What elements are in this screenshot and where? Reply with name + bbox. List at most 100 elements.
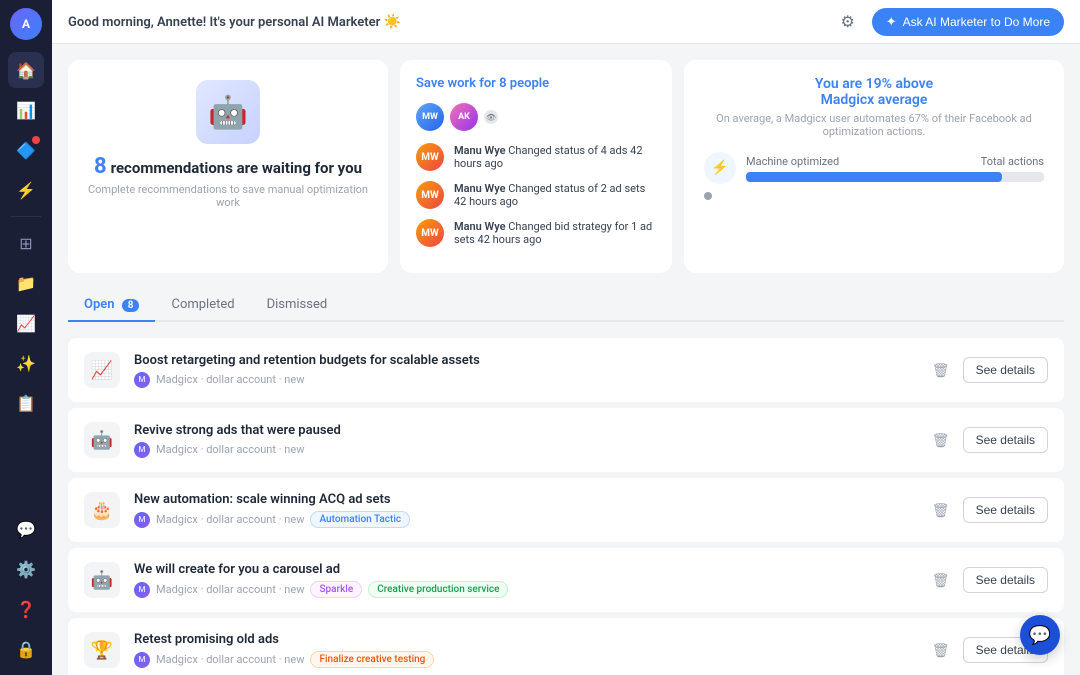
delete-button-1[interactable]: 🗑 xyxy=(927,356,955,384)
sidebar-item-grid[interactable]: ⊞ xyxy=(8,225,44,261)
stats-bar-container: Machine optimized Total actions xyxy=(746,155,1044,182)
tabs-row: Open 8 Completed Dismissed xyxy=(68,289,1064,322)
tab-open-badge: 8 xyxy=(122,299,140,312)
tab-completed[interactable]: Completed xyxy=(155,289,250,322)
meta-avatar-2: M xyxy=(134,442,150,458)
eye-icon: 👁 xyxy=(484,110,498,124)
activity-header-suffix: people xyxy=(510,76,549,91)
rec-card-subtitle: Complete recommendations to save manual … xyxy=(88,183,368,209)
see-details-button-3[interactable]: See details xyxy=(963,497,1048,523)
stats-dot xyxy=(704,192,712,200)
meta-label-4: Madgicx · dollar account · new xyxy=(156,583,304,596)
rec-item-meta-3: M Madgicx · dollar account · new Automat… xyxy=(134,511,913,528)
stats-bar-right: Total actions xyxy=(981,155,1044,168)
rec-item-actions-3: 🗑 See details xyxy=(927,496,1048,524)
see-details-button-4[interactable]: See details xyxy=(963,567,1048,593)
rec-item-meta-2: M Madgicx · dollar account · new xyxy=(134,442,913,458)
delete-button-4[interactable]: 🗑 xyxy=(927,566,955,594)
stats-card: You are 19% above Madgicx average On ave… xyxy=(684,60,1064,273)
meta-label-3: Madgicx · dollar account · new xyxy=(156,513,304,526)
sidebar-item-analytics[interactable]: 📈 xyxy=(8,305,44,341)
user-avatar[interactable]: A xyxy=(10,8,42,40)
recommendation-item-5: 🏆 Retest promising old ads M Madgicx · d… xyxy=(68,618,1064,675)
activity-text-2: Manu Wye Changed status of 2 ad sets 42 … xyxy=(454,182,656,208)
stats-brand: Madgicx average xyxy=(821,92,928,108)
recommendation-item-3: 🎂 New automation: scale winning ACQ ad s… xyxy=(68,478,1064,542)
tab-dismissed[interactable]: Dismissed xyxy=(251,289,344,322)
rec-item-icon-5: 🏆 xyxy=(84,632,120,668)
sidebar-item-dashboard[interactable]: 📊 xyxy=(8,92,44,128)
sidebar-item-sparkle[interactable]: ✨ xyxy=(8,345,44,381)
meta-avatar-5: M xyxy=(134,652,150,668)
ai-button-label: Ask AI Marketer to Do More xyxy=(903,15,1050,29)
delete-button-2[interactable]: 🗑 xyxy=(927,426,955,454)
sidebar-item-chat[interactable]: 💬 xyxy=(8,511,44,547)
topbar: Good morning, Annette! It's your persona… xyxy=(52,0,1080,44)
meta-avatar-4: M xyxy=(134,582,150,598)
chat-bubble-button[interactable]: 💬 xyxy=(1020,615,1060,655)
rec-item-actions-2: 🗑 See details xyxy=(927,426,1048,454)
meta-avatar-1: M xyxy=(134,372,150,388)
meta-label-2: Madgicx · dollar account · new xyxy=(156,443,304,456)
sidebar-item-files[interactable]: 📁 xyxy=(8,265,44,301)
activity-header-count: 8 xyxy=(499,76,506,91)
settings-icon[interactable]: ⚙ xyxy=(834,8,862,36)
greeting-text: Good morning, Annette! It's your persona… xyxy=(68,14,824,30)
stats-title: You are 19% above Madgicx average xyxy=(704,76,1044,108)
activity-item-1: MW Manu Wye Changed status of 4 ads 42 h… xyxy=(416,143,656,171)
sidebar-item-settings[interactable]: ⚙️ xyxy=(8,551,44,587)
see-details-button-1[interactable]: See details xyxy=(963,357,1048,383)
badge-sparkle: Sparkle xyxy=(310,581,362,598)
top-cards-row: 🤖 8 recommendations are waiting for you … xyxy=(68,60,1064,273)
content-area: 🤖 8 recommendations are waiting for you … xyxy=(52,44,1080,675)
tab-open[interactable]: Open 8 xyxy=(68,289,155,322)
stats-subtitle: On average, a Madgicx user automates 67%… xyxy=(704,112,1044,138)
delete-button-5[interactable]: 🗑 xyxy=(927,636,955,664)
meta-label-5: Madgicx · dollar account · new xyxy=(156,653,304,666)
sidebar-item-home[interactable]: 🏠 xyxy=(8,52,44,88)
group-avatar-1: MW xyxy=(416,103,444,131)
rec-count: 8 recommendations are waiting for you xyxy=(94,154,362,179)
activity-text-1: Manu Wye Changed status of 4 ads 42 hour… xyxy=(454,144,656,170)
rec-item-content-2: Revive strong ads that were paused M Mad… xyxy=(134,423,913,458)
rec-item-meta-4: M Madgicx · dollar account · new Sparkle… xyxy=(134,581,913,598)
activity-header-prefix: Save work for xyxy=(416,76,496,91)
recommendations-summary-card: 🤖 8 recommendations are waiting for you … xyxy=(68,60,388,273)
recommendation-item-2: 🤖 Revive strong ads that were paused M M… xyxy=(68,408,1064,472)
activity-text-3: Manu Wye Changed bid strategy for 1 ad s… xyxy=(454,220,656,246)
recommendations-list: 📈 Boost retargeting and retention budget… xyxy=(68,338,1064,675)
rec-item-actions-4: 🗑 See details xyxy=(927,566,1048,594)
rec-item-title-3: New automation: scale winning ACQ ad set… xyxy=(134,492,913,507)
group-avatar-2: AK xyxy=(450,103,478,131)
greeting-emoji: ☀️ xyxy=(384,14,401,30)
recommendation-item-1: 📈 Boost retargeting and retention budget… xyxy=(68,338,1064,402)
rec-item-content-5: Retest promising old ads M Madgicx · dol… xyxy=(134,632,913,668)
ai-marketer-button[interactable]: ✦ Ask AI Marketer to Do More xyxy=(872,8,1064,36)
topbar-actions: ⚙ ✦ Ask AI Marketer to Do More xyxy=(834,8,1064,36)
sidebar: A 🏠 📊 🔷 ⚡ ⊞ 📁 📈 ✨ 📋 💬 ⚙️ ❓ 🔒 xyxy=(0,0,52,675)
activity-card: Save work for 8 people MW AK 👁 MW Manu W… xyxy=(400,60,672,273)
activity-avatar-3: MW xyxy=(416,219,444,247)
sidebar-item-lock[interactable]: 🔒 xyxy=(8,631,44,667)
rec-item-icon-3: 🎂 xyxy=(84,492,120,528)
sidebar-divider-1 xyxy=(11,216,41,217)
rec-count-title: recommendations are waiting for you xyxy=(111,159,362,177)
rec-item-content-4: We will create for you a carousel ad M M… xyxy=(134,562,913,598)
see-details-button-2[interactable]: See details xyxy=(963,427,1048,453)
sidebar-item-alerts[interactable]: 🔷 xyxy=(8,132,44,168)
recommendation-item-4: 🤖 We will create for you a carousel ad M… xyxy=(68,548,1064,612)
stats-bar-left: Machine optimized xyxy=(746,155,839,168)
ai-button-icon: ✦ xyxy=(886,14,897,30)
stats-bar-bg xyxy=(746,172,1044,182)
stats-icon: ⚡ xyxy=(704,152,736,184)
badge-creative-production: Creative production service xyxy=(368,581,508,598)
rec-item-meta-5: M Madgicx · dollar account · new Finaliz… xyxy=(134,651,913,668)
sidebar-item-help[interactable]: ❓ xyxy=(8,591,44,627)
rec-item-icon-1: 📈 xyxy=(84,352,120,388)
sidebar-item-apps[interactable]: ⚡ xyxy=(8,172,44,208)
rec-count-number: 8 xyxy=(94,154,107,179)
activity-item-2: MW Manu Wye Changed status of 2 ad sets … xyxy=(416,181,656,209)
delete-button-3[interactable]: 🗑 xyxy=(927,496,955,524)
sidebar-item-reports[interactable]: 📋 xyxy=(8,385,44,421)
rec-item-icon-2: 🤖 xyxy=(84,422,120,458)
